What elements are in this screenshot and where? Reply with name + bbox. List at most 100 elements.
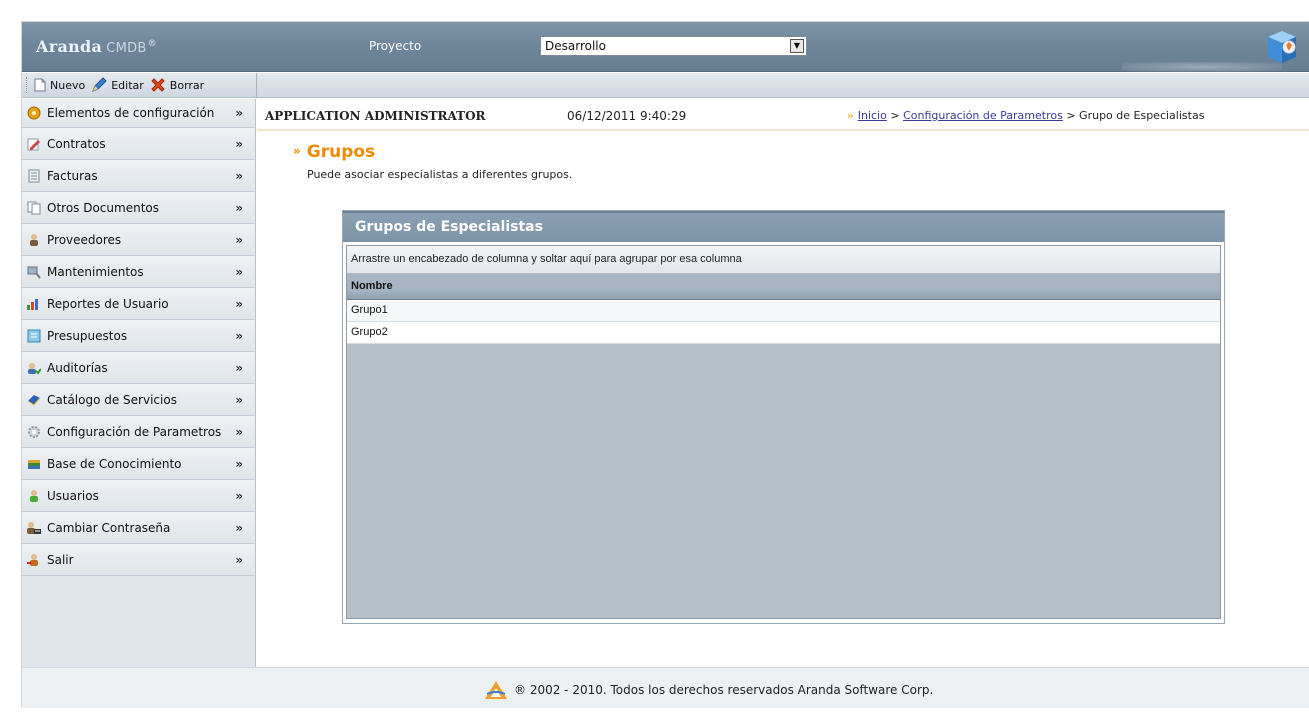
chevron-down-icon[interactable]: » — [235, 106, 243, 120]
sidebar-item-label: Facturas — [47, 168, 98, 183]
new-button[interactable]: Nuevo — [34, 77, 85, 93]
breadcrumb-separator: > — [1066, 109, 1076, 122]
sidebar-item-label: Base de Conocimiento — [47, 456, 182, 471]
chevron-down-icon[interactable]: » — [235, 521, 243, 535]
app-logo: Aranda CMDB® — [36, 37, 157, 56]
config-items-icon — [26, 105, 42, 121]
chevron-down-icon[interactable]: » — [235, 137, 243, 151]
sidebar-item-cambiar-contrasena[interactable]: Cambiar Contraseña » — [22, 512, 255, 544]
chevron-down-icon[interactable]: » — [235, 265, 243, 279]
project-select[interactable]: Desarrollo ▼ — [540, 36, 807, 56]
sidebar-item-facturas[interactable]: Facturas » — [22, 160, 255, 192]
logo-main: Aranda — [36, 37, 103, 56]
cmdb-cube-icon — [1268, 31, 1296, 63]
table-row[interactable]: Grupo1 — [347, 300, 1220, 322]
info-bar: APPLICATION ADMINISTRATOR 06/12/2011 9:4… — [257, 99, 1309, 131]
sidebar-item-label: Otros Documentos — [47, 200, 159, 215]
header-shine — [1122, 62, 1282, 72]
reports-icon — [26, 296, 42, 312]
toolbar-separator — [256, 73, 257, 98]
chevron-down-icon[interactable]: » — [235, 489, 243, 503]
groups-panel: Grupos de Especialistas Arrastre un enca… — [342, 210, 1225, 624]
breadcrumb-bullet-icon: » — [847, 109, 854, 122]
sidebar-item-label: Salir — [47, 552, 74, 567]
dropdown-arrow-icon[interactable]: ▼ — [790, 39, 804, 53]
sidebar-item-reportes-de-usuario[interactable]: Reportes de Usuario » — [22, 288, 255, 320]
sidebar-item-proveedores[interactable]: Proveedores » — [22, 224, 255, 256]
breadcrumb-home-link[interactable]: Inicio — [858, 109, 887, 122]
chevron-down-icon[interactable]: » — [235, 457, 243, 471]
sidebar-item-presupuestos[interactable]: Presupuestos » — [22, 320, 255, 352]
chevron-down-icon[interactable]: » — [235, 169, 243, 183]
chevron-down-icon[interactable]: » — [235, 233, 243, 247]
sidebar-item-otros-documentos[interactable]: Otros Documentos » — [22, 192, 255, 224]
sidebar-item-catalogo-de-servicios[interactable]: Catálogo de Servicios » — [22, 384, 255, 416]
documents-icon — [26, 200, 42, 216]
chevron-down-icon[interactable]: » — [235, 361, 243, 375]
sidebar-item-auditorias[interactable]: Auditorías » — [22, 352, 255, 384]
copyright-text: ® 2002 - 2010. Todos los derechos reserv… — [514, 683, 934, 697]
toolbar-grip — [26, 77, 29, 93]
new-button-label: Nuevo — [50, 78, 86, 92]
column-header-nombre[interactable]: Nombre — [347, 274, 1220, 300]
suppliers-icon — [26, 232, 42, 248]
chevron-down-icon[interactable]: » — [235, 393, 243, 407]
sidebar-item-usuarios[interactable]: Usuarios » — [22, 480, 255, 512]
session-datetime: 06/12/2011 9:40:29 — [567, 109, 687, 123]
budget-icon — [26, 328, 42, 344]
chevron-down-icon[interactable]: » — [235, 297, 243, 311]
page-description: Puede asociar especialistas a diferentes… — [307, 168, 573, 181]
chevron-down-icon[interactable]: » — [235, 425, 243, 439]
chevron-down-icon[interactable]: » — [235, 201, 243, 215]
groups-grid: Arrastre un encabezado de columna y solt… — [346, 245, 1221, 619]
sidebar-item-label: Reportes de Usuario — [47, 296, 169, 311]
sidebar-item-label: Auditorías — [47, 360, 108, 375]
chevron-down-icon[interactable]: » — [235, 329, 243, 343]
invoice-icon — [26, 168, 42, 184]
sidebar-item-salir[interactable]: Salir » — [22, 544, 255, 576]
chevron-down-icon[interactable]: » — [235, 553, 243, 567]
delete-button[interactable]: Borrar — [150, 77, 204, 93]
sidebar-item-contratos[interactable]: Contratos » — [22, 128, 255, 160]
logout-icon — [26, 552, 42, 568]
sidebar: Elementos de configuración » Contratos »… — [22, 99, 256, 667]
sidebar-item-base-de-conocimiento[interactable]: Base de Conocimiento » — [22, 448, 255, 480]
sidebar-item-mantenimientos[interactable]: Mantenimientos » — [22, 256, 255, 288]
change-password-icon — [26, 520, 42, 536]
main-content: APPLICATION ADMINISTRATOR 06/12/2011 9:4… — [257, 99, 1309, 667]
sidebar-item-label: Configuración de Parametros — [47, 424, 222, 439]
contract-icon — [26, 136, 42, 152]
breadcrumb-separator: > — [890, 109, 900, 122]
sidebar-item-label: Presupuestos — [47, 328, 128, 343]
edit-button[interactable]: Editar — [91, 77, 144, 93]
breadcrumb-config-link[interactable]: Configuración de Parametros — [903, 109, 1063, 122]
project-select-value: Desarrollo — [545, 39, 606, 53]
breadcrumb-current: Grupo de Especialistas — [1079, 109, 1205, 122]
settings-gear-icon — [26, 424, 42, 440]
user-name: APPLICATION ADMINISTRATOR — [265, 109, 486, 123]
sidebar-item-elementos[interactable]: Elementos de configuración » — [22, 99, 255, 128]
logo-reg: ® — [147, 38, 157, 49]
sidebar-item-label: Catálogo de Servicios — [47, 392, 177, 407]
footer: ® 2002 - 2010. Todos los derechos reserv… — [22, 667, 1309, 708]
panel-title: Grupos de Especialistas — [343, 211, 1224, 242]
app-window: Aranda CMDB® Proyecto Desarrollo ▼ Nuevo … — [21, 21, 1309, 708]
knowledge-base-icon — [26, 456, 42, 472]
sidebar-item-configuracion-de-parametros[interactable]: Configuración de Parametros » — [22, 416, 255, 448]
title-bullet-icon: » — [293, 144, 301, 158]
sidebar-item-label: Cambiar Contraseña — [47, 520, 171, 535]
delete-x-icon — [151, 78, 165, 92]
new-document-icon — [34, 78, 46, 92]
toolbar: Nuevo Editar Borrar — [22, 73, 1309, 98]
maintenance-icon — [26, 264, 42, 280]
pencil-icon — [92, 77, 107, 92]
users-icon — [26, 488, 42, 504]
table-row[interactable]: Grupo2 — [347, 322, 1220, 344]
logo-sub: CMDB — [106, 41, 147, 56]
aranda-logo-icon — [485, 681, 507, 699]
group-by-drop-area[interactable]: Arrastre un encabezado de columna y solt… — [347, 246, 1220, 274]
project-label: Proyecto — [369, 39, 422, 53]
sidebar-item-label: Contratos — [47, 136, 106, 151]
audit-icon — [26, 360, 42, 376]
sidebar-item-label: Mantenimientos — [47, 264, 144, 279]
